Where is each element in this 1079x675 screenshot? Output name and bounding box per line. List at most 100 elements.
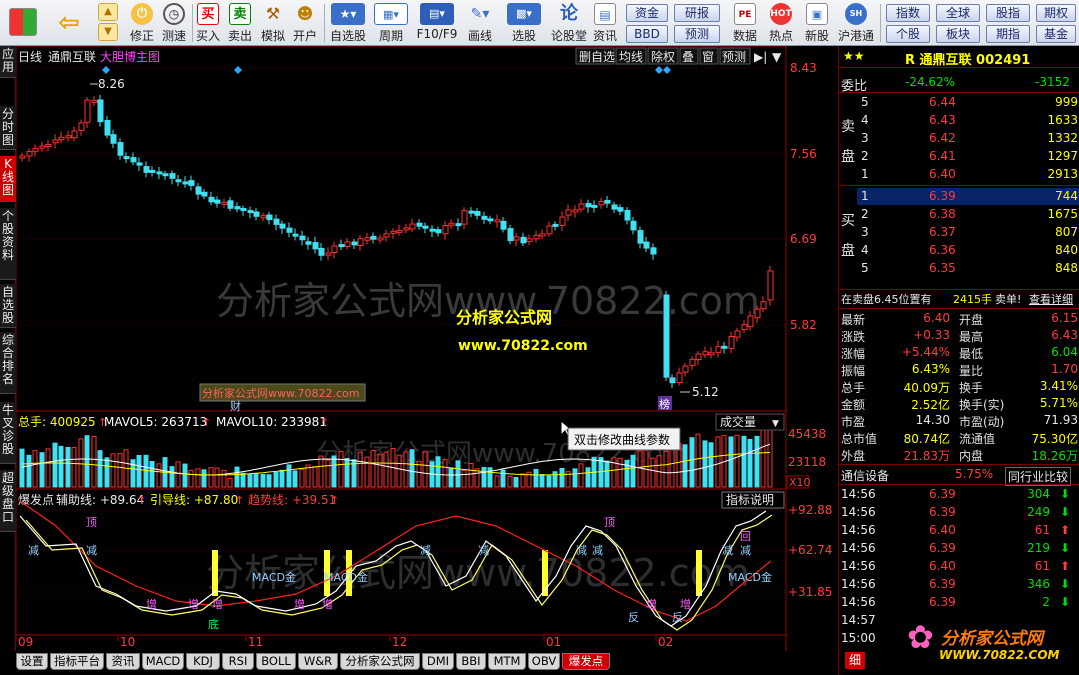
nav-stocks-button[interactable]: 个股 [886, 25, 930, 43]
fix-button[interactable]: ⏻ 修正 [126, 2, 158, 44]
tab-diagnosis[interactable]: 牛叉诊股 [0, 402, 16, 464]
stat-row[interactable]: 最新 6.40 开盘 6.15 [839, 310, 1079, 327]
hot-button[interactable]: HOT 热点 [764, 2, 798, 44]
data-button[interactable]: PE 数据 [728, 2, 762, 44]
stat-row[interactable]: 外盘 21.83万 内盘 18.26万 [839, 446, 1079, 463]
nav-global-button[interactable]: 全球 [936, 4, 980, 22]
nav-futures-button[interactable]: 期指 [986, 25, 1030, 43]
watchlist-button[interactable]: ★▾ 自选股 [328, 2, 368, 44]
tab-settings[interactable]: 设置 [16, 653, 48, 670]
up-arrow-icon[interactable]: ▲ [98, 3, 118, 21]
sell-order-row[interactable]: 4 6.43 1633 [839, 112, 1079, 129]
indicator-name-label[interactable]: 大胆博主图 [100, 49, 160, 64]
ranking-flag[interactable]: 榜 [659, 397, 670, 411]
tab-mtm[interactable]: MTM [488, 653, 526, 670]
volume-bar [604, 460, 610, 488]
stat-row[interactable]: 振幅 6.43% 量比 1.70 [839, 361, 1079, 378]
tab-apps[interactable]: 应用 [0, 46, 16, 78]
menu-dropdown-icon[interactable]: ▼ [772, 50, 782, 64]
sell-order-row[interactable]: 3 6.42 1332 [839, 130, 1079, 147]
tab-kdj[interactable]: KDJ [186, 653, 220, 670]
tick-row[interactable]: 14:56 6.39 346 ⬇ [839, 576, 1079, 593]
tab-rsi[interactable]: RSI [222, 653, 254, 670]
tab-indicator-platform[interactable]: 指标平台 [50, 653, 104, 670]
kline-chart-svg[interactable]: 分析家公式网www.70822.com 分析家公式网www.70822.com … [15, 45, 836, 651]
sell-order-row[interactable]: 2 6.41 1297 [839, 148, 1079, 165]
nav-forecast-button[interactable]: 预测 [674, 25, 720, 43]
down-arrow-icon[interactable]: ▼ [98, 23, 118, 41]
simulate-button[interactable]: ⚒ 模拟 [258, 2, 288, 44]
tick-row[interactable]: 14:56 6.39 2 ⬇ [839, 594, 1079, 611]
finance-flag[interactable]: 财 [230, 399, 241, 413]
volume-bar [455, 460, 461, 488]
tab-macd[interactable]: MACD [142, 653, 184, 670]
tab-dmi[interactable]: DMI [422, 653, 454, 670]
tab-order-book[interactable]: 超级盘口 [0, 470, 16, 532]
buy-order-row[interactable]: 3 6.37 807 [839, 224, 1079, 241]
sell-button[interactable]: 卖 卖出 [226, 2, 254, 44]
hk-connect-button[interactable]: SH HK 沪港通 [836, 2, 876, 44]
f10-button[interactable]: ▤▾ F10/F9 [414, 2, 460, 44]
tab-detail[interactable]: 细 [845, 652, 865, 669]
tab-ranking[interactable]: 综合排名 [0, 332, 16, 394]
tab-bbi[interactable]: BBI [456, 653, 486, 670]
buy-order-row[interactable]: 2 6.38 1675 [839, 206, 1079, 223]
sell-order-row[interactable]: 1 6.40 2913 [839, 166, 1079, 183]
app-logo[interactable] [8, 2, 38, 44]
nav-funds-button[interactable]: 基金 [1036, 25, 1076, 43]
stat-row[interactable]: 涨幅 +5.44% 最低 6.04 [839, 344, 1079, 361]
tick-row[interactable]: 14:56 6.39 304 ⬇ [839, 486, 1079, 503]
tab-intraday[interactable]: 分时图 [0, 106, 16, 150]
buy-order-row[interactable]: 1 6.39 744 [857, 188, 1079, 205]
forum-button[interactable]: 论 论股堂 [550, 2, 588, 44]
tab-obv[interactable]: OBV [528, 653, 560, 670]
tick-row[interactable]: 14:56 6.40 61 ⬆ [839, 558, 1079, 575]
nav-bbd-button[interactable]: BBD [626, 25, 668, 43]
order-volume: 1633 [1047, 113, 1078, 127]
up-down-buttons[interactable]: ▲ ▼ [96, 2, 120, 44]
draw-line-button[interactable]: ✎▾ 画线 [462, 2, 498, 44]
tick-row[interactable]: 14:56 6.39 249 ⬇ [839, 504, 1079, 521]
tab-explosion-point[interactable]: 爆发点 [562, 653, 610, 670]
period-label[interactable]: 日线 [18, 50, 42, 64]
chart-area[interactable]: 分析家公式网www.70822.com 分析家公式网www.70822.com … [15, 45, 836, 651]
ipo-button[interactable]: ▣ 新股 [800, 2, 834, 44]
open-account-button[interactable]: ☻ 开户 [290, 2, 320, 44]
buy-order-row[interactable]: 4 6.36 840 [839, 242, 1079, 259]
expand-panel-icon[interactable]: ▶| [754, 50, 767, 64]
indicator-mark: 减 [478, 544, 489, 557]
stat-row[interactable]: 金额 2.52亿 换手(实) 5.71% [839, 395, 1079, 412]
tab-wr[interactable]: W&R [298, 653, 338, 670]
hk-connect-label: 沪港通 [837, 29, 874, 43]
tab-fxj-formula[interactable]: 分析家公式网 [340, 653, 420, 670]
stat-row[interactable]: 涨跌 +0.33 最高 6.43 [839, 327, 1079, 344]
order-detail-link[interactable]: 查看详细 [1029, 291, 1073, 307]
order-alert-row[interactable]: 在卖盘6.45位置有 2415手 卖单! 查看详细 [839, 290, 1079, 307]
tick-row[interactable]: 14:56 6.40 61 ⬆ [839, 522, 1079, 539]
candle-body [559, 216, 566, 226]
stat-row[interactable]: 市盈 14.30 市盈(动) 71.93 [839, 412, 1079, 429]
nav-research-button[interactable]: 研报 [674, 4, 720, 22]
tab-kline[interactable]: K线图 [0, 156, 16, 202]
tick-row[interactable]: 14:56 6.39 219 ⬇ [839, 540, 1079, 557]
stat-row[interactable]: 总手 40.09万 换手 3.41% [839, 378, 1079, 395]
buy-order-row[interactable]: 5 6.35 848 [839, 260, 1079, 277]
nav-fund-button[interactable]: 资金 [626, 4, 668, 22]
news-button[interactable]: ▤ 资讯 [590, 2, 620, 44]
buy-button[interactable]: 买 买入 [194, 2, 222, 44]
indicator-title[interactable]: 爆发点 [18, 492, 54, 507]
nav-options-button[interactable]: 期权 [1036, 4, 1076, 22]
back-button[interactable]: ⇦ [52, 2, 86, 44]
stat-row[interactable]: 总市值 80.74亿 流通值 75.30亿 [839, 429, 1079, 446]
period-button[interactable]: ▦▾ 周期 [370, 2, 412, 44]
tab-boll[interactable]: BOLL [256, 653, 296, 670]
sell-order-row[interactable]: 5 6.44 999 [839, 94, 1079, 111]
speed-test-button[interactable]: ◷ 测速 [158, 2, 190, 44]
nav-sectors-button[interactable]: 板块 [936, 25, 980, 43]
tab-profile[interactable]: 个股资料 [0, 208, 16, 280]
stock-picker-button[interactable]: ▩▾ 选股 [504, 2, 544, 44]
tab-watchlist[interactable]: 自选股 [0, 284, 16, 328]
tab-news[interactable]: 资讯 [106, 653, 140, 670]
nav-stock-index-button[interactable]: 股指 [986, 4, 1030, 22]
nav-index-button[interactable]: 指数 [886, 4, 930, 22]
